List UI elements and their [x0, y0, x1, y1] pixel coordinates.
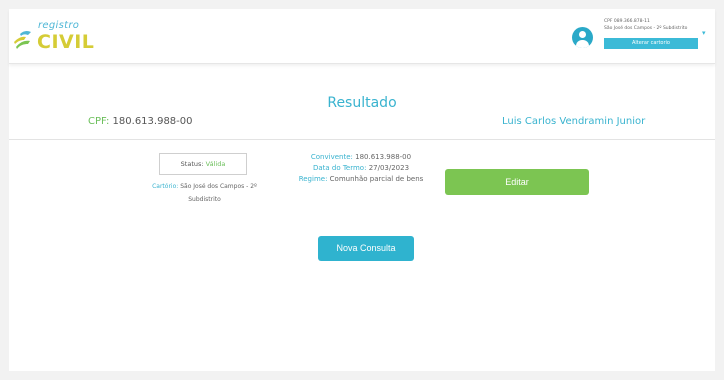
logo-text-registro: registro	[38, 20, 80, 31]
union-details: Convivente: 180.613.988-00 Data do Termo…	[295, 152, 427, 185]
status-label: Status:	[180, 160, 204, 168]
registro-civil-logo[interactable]: registro CIVIL	[12, 20, 95, 56]
convivente-value: 180.613.988-00	[355, 153, 412, 161]
cartorio-value: São José dos Campos - 2º Subdistrito	[180, 183, 257, 203]
cpf-line: CPF: 180.613.988-00	[88, 116, 193, 127]
cartorio-info: Cartório: São José dos Campos - 2º Subdi…	[137, 180, 272, 206]
nova-consulta-button[interactable]: Nova Consulta	[318, 236, 414, 261]
page: registro CIVIL CPF 089.366.878-11 São Jo…	[9, 9, 715, 371]
convivente-label: Convivente:	[310, 153, 353, 161]
cpf-label: CPF:	[88, 116, 110, 127]
editar-button[interactable]: Editar	[445, 169, 589, 195]
data-termo-row: Data do Termo: 27/03/2023	[295, 163, 427, 174]
cartorio-label: Cartório:	[152, 183, 179, 190]
chevron-down-icon[interactable]: ▾	[702, 29, 706, 37]
user-avatar-icon[interactable]	[572, 27, 593, 48]
divider	[9, 139, 715, 140]
regime-value: Comunhão parcial de bens	[329, 175, 424, 183]
cpf-value: 180.613.988-00	[112, 116, 193, 127]
data-termo-value: 27/03/2023	[368, 164, 410, 172]
data-termo-label: Data do Termo:	[312, 164, 367, 172]
user-cpf: CPF 089.366.878-11	[604, 19, 650, 24]
person-name: Luis Carlos Vendramin Junior	[502, 116, 646, 127]
user-panel: CPF 089.366.878-11 São José dos Campos -…	[572, 17, 707, 57]
result-title: Resultado	[327, 95, 397, 111]
status-badge: Status: Válida	[159, 153, 247, 175]
alterar-cartorio-button[interactable]: Alterar cartorio	[604, 38, 698, 49]
regime-label: Regime:	[298, 175, 328, 183]
convivente-row: Convivente: 180.613.988-00	[295, 152, 427, 163]
hands-logo-icon	[14, 30, 31, 49]
user-cartorio: São José dos Campos - 2º Subdistrito	[604, 26, 688, 31]
top-header: registro CIVIL CPF 089.366.878-11 São Jo…	[9, 9, 715, 64]
logo-text-civil: CIVIL	[37, 31, 95, 53]
regime-row: Regime: Comunhão parcial de bens	[295, 174, 427, 185]
status-value: Válida	[205, 160, 226, 168]
